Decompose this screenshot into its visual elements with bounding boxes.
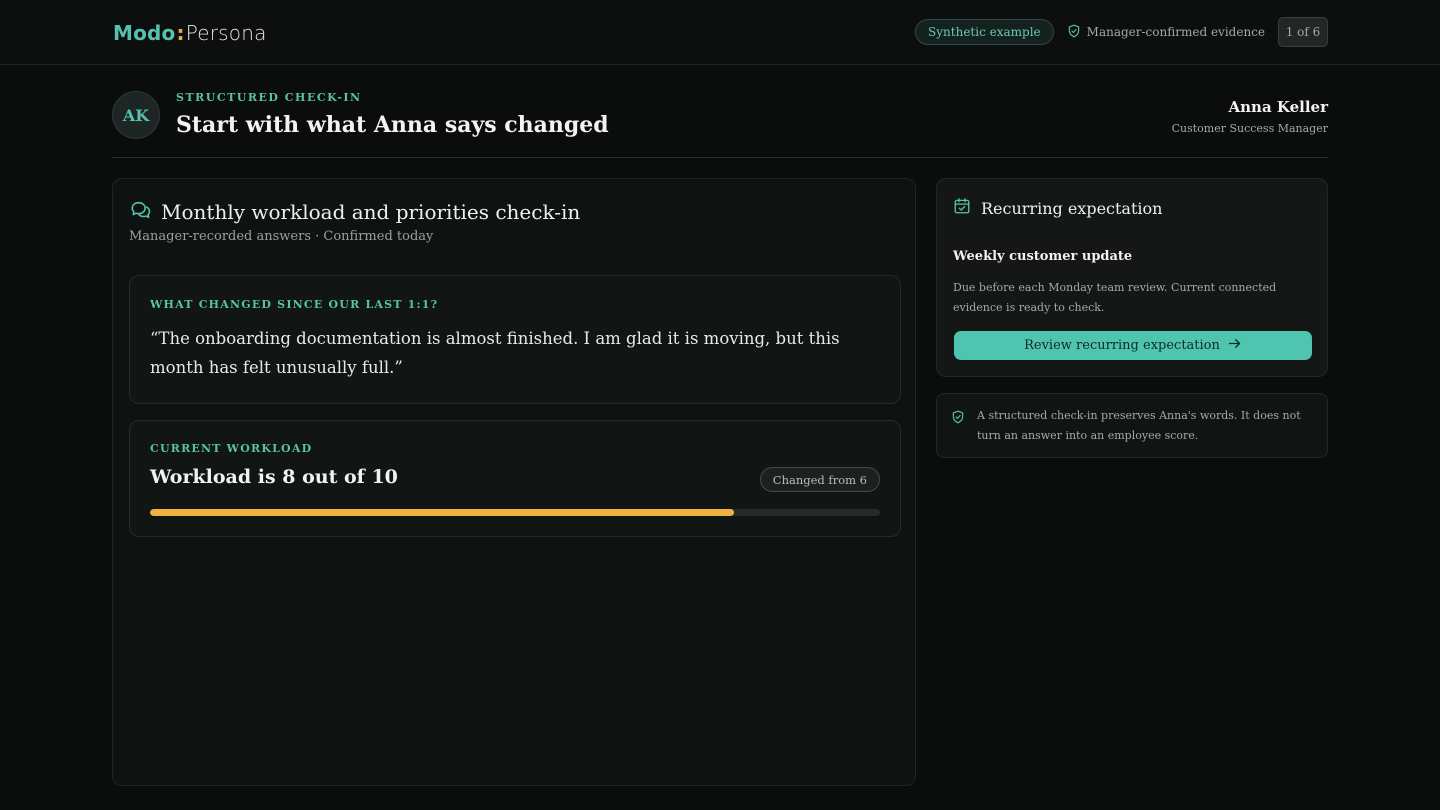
- checkin-title: Monthly workload and priorities check-in: [161, 200, 581, 224]
- page-title: Start with what Anna says changed: [176, 112, 609, 138]
- synthetic-example-badge: Synthetic example: [915, 19, 1054, 45]
- shield-check-icon: [1067, 24, 1081, 41]
- logo-modo: Modo: [113, 21, 176, 45]
- changed-from-badge: Changed from 6: [759, 467, 880, 492]
- question-label: WHAT CHANGED SINCE OUR LAST 1:1?: [150, 298, 439, 311]
- workload-card: CURRENT WORKLOAD Workload is 8 out of 10…: [129, 420, 901, 537]
- checkin-card: Monthly workload and priorities check-in…: [112, 178, 916, 786]
- checkin-card-header: Monthly workload and priorities check-in: [129, 199, 580, 225]
- step-counter: 1 of 6: [1278, 17, 1328, 47]
- question-card: WHAT CHANGED SINCE OUR LAST 1:1? “The on…: [129, 275, 901, 404]
- shield-check-icon: [951, 409, 965, 428]
- info-note-text: A structured check-in preserves Anna's w…: [977, 409, 1301, 442]
- logo-colon: :: [176, 21, 185, 45]
- page-header: AK STRUCTURED CHECK-IN Start with what A…: [112, 90, 1328, 158]
- person-name: Anna Keller: [1228, 98, 1329, 116]
- recurring-expectation-header: Recurring expectation: [953, 197, 1162, 219]
- top-bar: Modo: Persona Synthetic example Manager-c…: [0, 0, 1440, 65]
- recurring-expectation-heading: Recurring expectation: [981, 198, 1163, 218]
- workload-value: Workload is 8 out of 10: [150, 466, 398, 488]
- review-recurring-expectation-button[interactable]: Review recurring expectation: [954, 331, 1312, 360]
- expectation-description: Due before each Monday team review. Curr…: [953, 281, 1277, 314]
- logo-persona: Persona: [185, 21, 267, 45]
- chat-bubbles-icon: [129, 199, 152, 225]
- expectation-name: Weekly customer update: [953, 249, 1133, 264]
- person-role: Customer Success Manager: [1171, 122, 1328, 135]
- review-button-label: Review recurring expectation: [1024, 338, 1220, 353]
- person-info: Anna Keller Customer Success Manager: [1172, 98, 1328, 135]
- arrow-right-icon: [1227, 336, 1242, 355]
- manager-confirmed-evidence: Manager-confirmed evidence: [1067, 24, 1265, 41]
- evidence-label: Manager-confirmed evidence: [1086, 25, 1265, 39]
- top-bar-right: Synthetic example Manager-confirmed evid…: [915, 17, 1328, 47]
- avatar: AK: [112, 91, 160, 139]
- recurring-expectation-card: Recurring expectation Weekly customer up…: [936, 178, 1328, 377]
- section-eyebrow: STRUCTURED CHECK-IN: [176, 91, 362, 104]
- workload-progress-track: [150, 509, 880, 516]
- checkin-subtitle: Manager-recorded answers · Confirmed tod…: [129, 229, 434, 244]
- info-note: A structured check-in preserves Anna's w…: [936, 393, 1328, 458]
- logo[interactable]: Modo: Persona: [113, 20, 267, 46]
- workload-label: CURRENT WORKLOAD: [150, 442, 313, 455]
- workload-progress-fill: [150, 509, 734, 516]
- calendar-check-icon: [953, 197, 971, 219]
- answer-quote: “The onboarding documentation is almost …: [150, 329, 840, 377]
